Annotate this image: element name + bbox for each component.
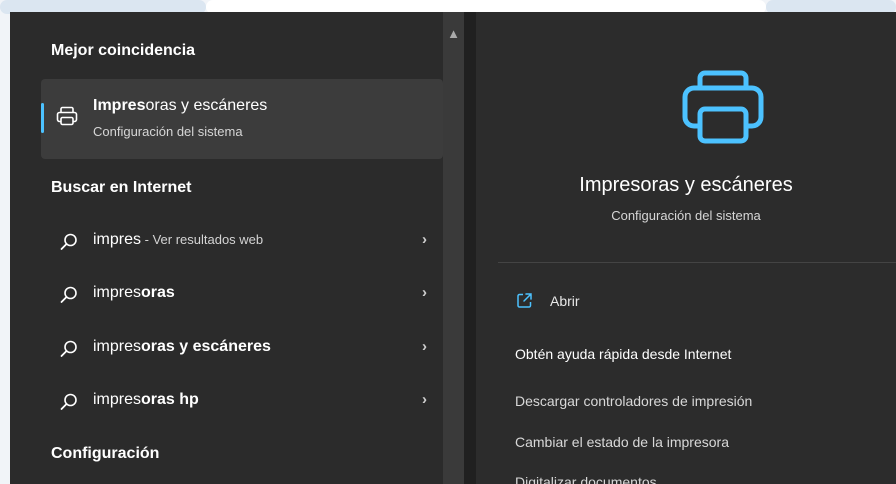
chevron-right-icon[interactable]: › [422, 338, 427, 355]
results-scrollbar[interactable] [443, 12, 464, 484]
best-match-subtitle: Configuración del sistema [93, 124, 243, 139]
search-icon [60, 286, 77, 303]
web-search-item[interactable]: impres - Ver resultados web › [41, 217, 443, 267]
search-icon [60, 393, 77, 410]
web-search-item[interactable]: impresoras › [41, 270, 443, 320]
preview-title: Impresoras y escáneres [579, 174, 793, 196]
help-link[interactable]: Cambiar el estado de la impresora [515, 434, 729, 450]
web-search-item[interactable]: impresoras y escáneres › [41, 324, 443, 374]
search-icon [60, 233, 77, 250]
web-search-item[interactable]: impresoras hp › [41, 377, 443, 427]
best-match-heading: Mejor coincidencia [51, 42, 196, 59]
preview-separator [498, 262, 896, 263]
web-search-label: impres - Ver resultados web [93, 231, 264, 248]
help-link[interactable]: Descargar controladores de impresión [515, 393, 752, 409]
web-search-heading: Buscar en Internet [51, 179, 192, 196]
web-search-label: impresoras y escáneres [93, 338, 271, 355]
open-link[interactable]: Abrir [550, 293, 580, 309]
chevron-right-icon[interactable]: › [422, 284, 427, 301]
best-match-title: Impresoras y escáneres [93, 97, 268, 114]
selection-indicator [41, 103, 44, 133]
search-results-window: Mejor coincidencia Impresoras y escánere… [10, 12, 896, 484]
scroll-up-icon[interactable]: ▲ [444, 25, 463, 43]
web-search-label: impresoras [93, 284, 175, 301]
chevron-right-icon[interactable]: › [422, 231, 427, 248]
printer-icon [56, 106, 78, 126]
pane-divider [464, 12, 476, 484]
results-list: Mejor coincidencia Impresoras y escánere… [10, 12, 443, 484]
settings-heading: Configuración [51, 445, 160, 462]
preview-subtitle: Configuración del sistema [611, 208, 761, 223]
search-icon [60, 340, 77, 357]
web-search-label: impresoras hp [93, 391, 199, 408]
printer-large-icon [682, 70, 764, 144]
chevron-right-icon[interactable]: › [422, 391, 427, 408]
help-link[interactable]: Digitalizar documentos [515, 474, 657, 484]
open-external-icon[interactable] [516, 292, 533, 309]
preview-pane: Impresoras y escáneres Configuración del… [476, 12, 896, 484]
best-match-item[interactable] [41, 79, 443, 159]
help-heading: Obtén ayuda rápida desde Internet [515, 346, 732, 362]
